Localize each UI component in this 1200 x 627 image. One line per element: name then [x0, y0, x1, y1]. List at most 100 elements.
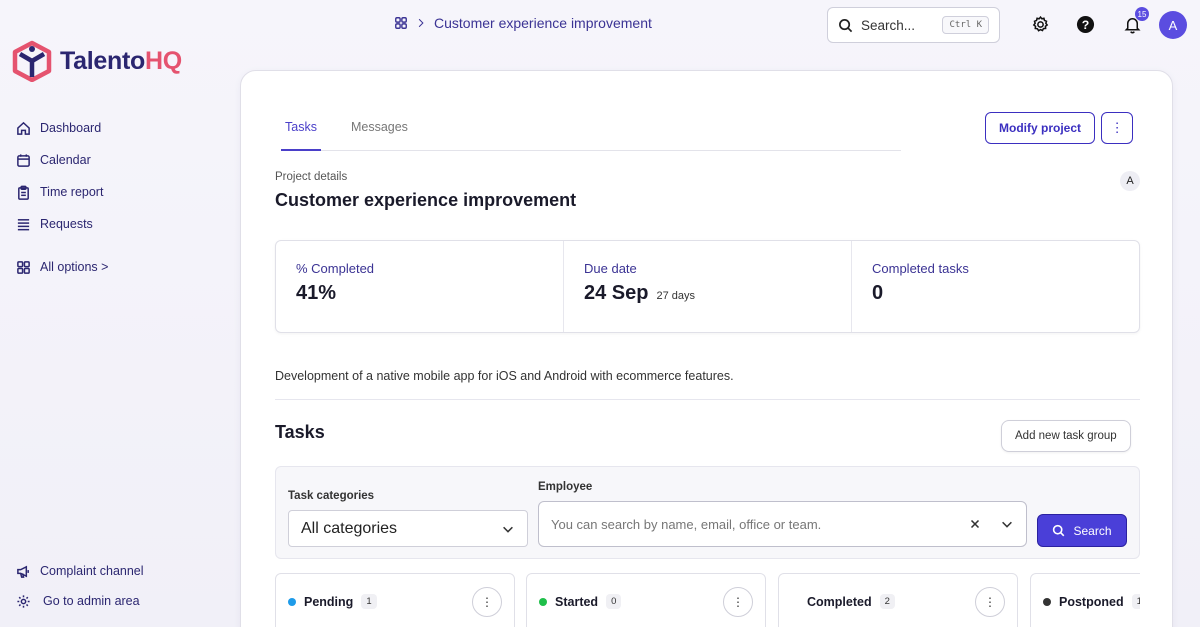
sidebar-nav: Dashboard Calendar Time report Requests …	[16, 112, 108, 283]
help-button[interactable]: ?	[1074, 13, 1096, 35]
add-task-group-button[interactable]: Add new task group	[1001, 420, 1131, 452]
brand-name: TalentoHQ	[60, 47, 182, 76]
employee-search-placeholder: You can search by name, email, office or…	[551, 516, 822, 532]
sidebar-item-time-report[interactable]: Time report	[16, 176, 108, 208]
employee-filter-label: Employee	[538, 481, 593, 493]
modify-project-button[interactable]: Modify project	[985, 112, 1096, 144]
status-dot	[288, 597, 296, 606]
divider	[275, 399, 1140, 400]
column-count-badge: 2	[879, 594, 895, 609]
sidebar-item-label: All options >	[40, 260, 109, 274]
column-title: Pending	[304, 594, 354, 609]
tab-messages[interactable]: Messages	[347, 111, 412, 151]
status-dot	[539, 597, 547, 606]
task-column-pending: Pending 1 ⋮	[275, 573, 515, 627]
tasks-heading: Tasks	[275, 422, 325, 442]
search-icon	[1053, 524, 1065, 537]
help-icon: ?	[1076, 15, 1094, 33]
project-title: Customer experience improvement	[275, 190, 577, 210]
sidebar-item-requests[interactable]: Requests	[16, 208, 108, 240]
column-more-button[interactable]: ⋮	[472, 587, 502, 617]
task-columns: Pending 1 ⋮ Started 0 ⋮ Completed 2 ⋮ Po…	[275, 573, 1140, 627]
user-avatar[interactable]: A	[1159, 11, 1187, 39]
status-dot	[791, 597, 799, 606]
brand-name-accent: HQ	[144, 46, 182, 75]
column-count-badge: 1	[361, 594, 377, 609]
grid-icon[interactable]	[394, 16, 408, 30]
sidebar-item-admin-area[interactable]: Go to admin area	[16, 586, 144, 616]
column-title: Started	[555, 594, 599, 609]
column-more-button[interactable]: ⋮	[975, 587, 1005, 617]
search-button-label: Search	[1073, 523, 1112, 538]
category-select-value: All categories	[301, 519, 398, 537]
stat-label: % Completed	[296, 261, 375, 276]
logo-cube-icon	[12, 40, 52, 82]
project-details-label: Project details	[275, 171, 348, 183]
tab-tasks[interactable]: Tasks	[281, 111, 321, 151]
grid-icon	[17, 260, 30, 274]
clipboard-icon	[18, 185, 29, 200]
sidebar-item-label: Complaint channel	[40, 564, 144, 578]
sidebar-item-all-options[interactable]: All options >	[16, 251, 108, 283]
task-filters: Task categories All categories Employee …	[275, 466, 1140, 559]
search-icon	[839, 18, 853, 32]
list-icon	[17, 218, 30, 230]
search-shortcut: Ctrl K	[942, 16, 989, 34]
brand-logo[interactable]: TalentoHQ	[12, 40, 182, 82]
project-tabs: Tasks Messages	[281, 111, 901, 151]
sidebar-item-label: Dashboard	[40, 121, 102, 135]
column-title: Completed	[807, 594, 872, 609]
stat-label: Completed tasks	[872, 261, 969, 276]
global-search[interactable]: Search... Ctrl K	[827, 7, 1000, 43]
home-icon	[17, 121, 30, 135]
stat-completed-tasks: Completed tasks 0	[852, 241, 1139, 332]
employee-search-input[interactable]: You can search by name, email, office or…	[538, 501, 1027, 547]
notifications-button[interactable]: 15	[1121, 7, 1149, 35]
brand-name-main: Talento	[60, 46, 145, 75]
project-card: Tasks Messages Modify project ⋮ Project …	[240, 70, 1173, 627]
category-select[interactable]: All categories	[288, 510, 528, 547]
column-count-badge: 0	[606, 594, 622, 609]
search-label: Search...	[861, 17, 916, 33]
project-description: Development of a native mobile app for i…	[275, 369, 734, 383]
settings-button[interactable]	[1029, 13, 1051, 35]
chevron-down-icon[interactable]	[1000, 517, 1014, 531]
sidebar-item-calendar[interactable]: Calendar	[16, 144, 108, 176]
sidebar-item-label: Go to admin area	[43, 594, 140, 608]
clear-icon[interactable]	[968, 517, 982, 531]
stat-label: Due date	[584, 261, 637, 276]
sidebar-bottom: Complaint channel Go to admin area	[16, 556, 144, 616]
calendar-icon	[17, 153, 30, 167]
svg-text:?: ?	[1081, 17, 1089, 31]
search-button[interactable]: Search	[1037, 514, 1127, 547]
stat-value: 24 Sep	[584, 282, 649, 304]
more-options-button[interactable]: ⋮	[1101, 112, 1133, 144]
project-stats: % Completed 41% Due date 24 Sep 27 days C…	[275, 240, 1140, 333]
stat-sub-value: 27 days	[656, 290, 696, 302]
column-more-button[interactable]: ⋮	[723, 587, 753, 617]
sidebar-item-label: Calendar	[40, 153, 91, 167]
notification-count-badge: 15	[1135, 7, 1149, 21]
gear-icon	[17, 594, 30, 608]
stat-value: 0	[872, 282, 884, 304]
sidebar-item-complaint-channel[interactable]: Complaint channel	[16, 556, 144, 586]
stat-completed-percent: % Completed 41%	[276, 241, 564, 332]
megaphone-icon	[17, 565, 29, 578]
task-column-postponed: Postponed 1 ⋮	[1030, 573, 1140, 627]
breadcrumb-current[interactable]: Customer experience improvement	[434, 15, 652, 31]
task-column-started: Started 0 ⋮	[526, 573, 766, 627]
stat-value: 41%	[296, 282, 337, 304]
column-count-badge: 1	[1131, 594, 1140, 609]
task-column-completed: Completed 2 ⋮	[778, 573, 1018, 627]
sidebar-item-dashboard[interactable]: Dashboard	[16, 112, 108, 144]
sidebar-item-label: Time report	[40, 185, 104, 199]
stat-due-date: Due date 24 Sep 27 days	[564, 241, 852, 332]
column-title: Postponed	[1059, 594, 1124, 609]
status-dot	[1043, 597, 1051, 606]
gear-icon	[1032, 15, 1048, 32]
project-member-avatar[interactable]: A	[1120, 171, 1140, 191]
sidebar-item-label: Requests	[40, 217, 93, 231]
category-filter-label: Task categories	[288, 490, 375, 502]
breadcrumb: Customer experience improvement	[394, 15, 652, 31]
chevron-down-icon	[503, 526, 513, 533]
